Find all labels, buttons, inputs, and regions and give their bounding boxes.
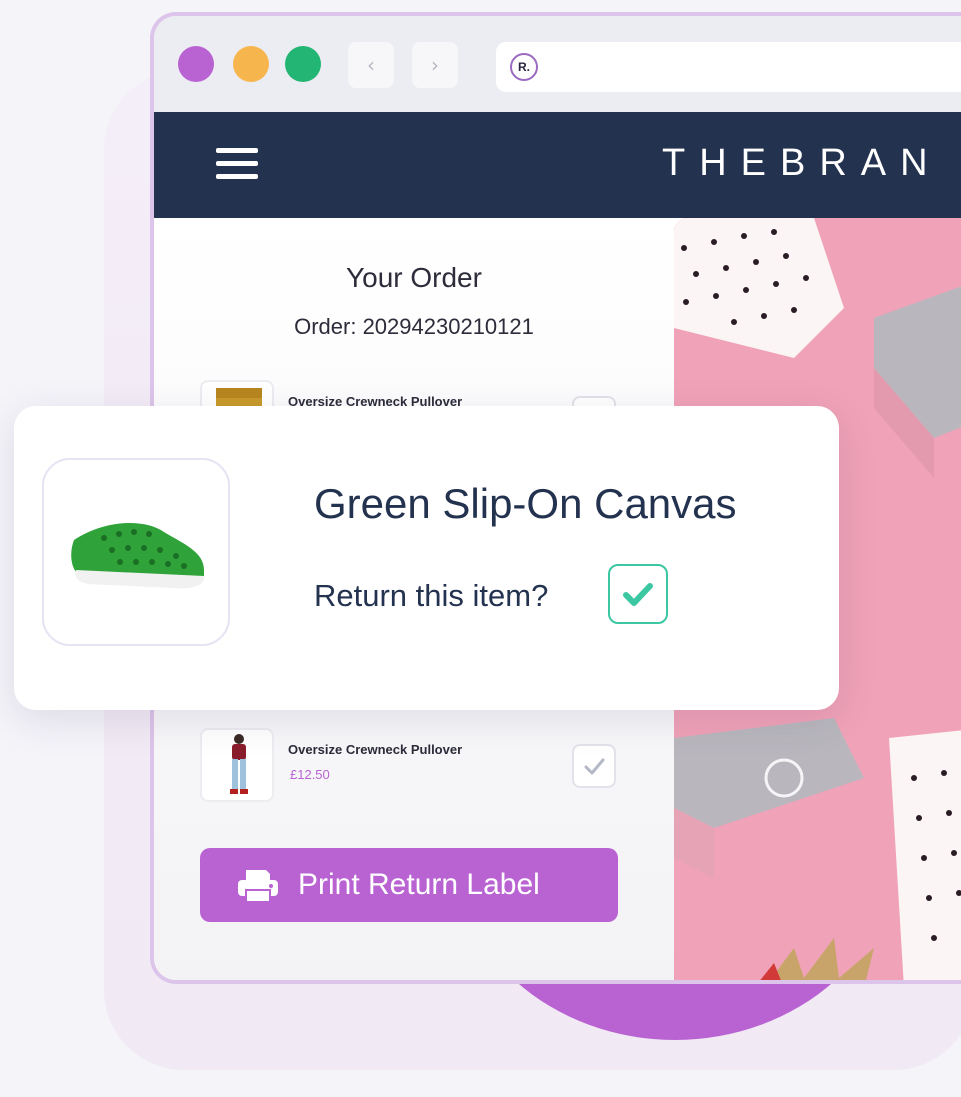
chevron-left-icon: ‹ xyxy=(367,53,375,77)
site-header: THEBRAN xyxy=(154,112,961,218)
checkmark-icon xyxy=(623,583,653,606)
jeans-outfit-thumbnail xyxy=(200,728,274,802)
item-return-checkbox[interactable] xyxy=(572,744,616,788)
brand-logo[interactable]: THEBRAN xyxy=(662,142,942,185)
return-item-checkbox[interactable] xyxy=(608,564,668,624)
green-shoe-thumbnail xyxy=(42,458,230,646)
order-number: Order: 20294230210121 xyxy=(294,314,534,339)
return-item-card: Green Slip-On Canvas Return this item? xyxy=(14,406,839,710)
checkmark-icon xyxy=(584,758,605,775)
order-title: Your Order xyxy=(346,262,482,293)
printer-icon xyxy=(238,870,278,903)
hamburger-icon[interactable] xyxy=(216,148,258,182)
address-bar[interactable]: R. xyxy=(496,42,961,92)
window-maximize-dot[interactable] xyxy=(285,46,321,82)
item-name: Oversize Crewneck Pullover xyxy=(288,742,463,757)
forward-button[interactable]: › xyxy=(412,42,458,88)
return-question: Return this item? xyxy=(314,578,549,613)
window-minimize-dot[interactable] xyxy=(233,46,269,82)
order-item[interactable]: Oversize Crewneck Pullover £12.50 xyxy=(200,728,620,804)
site-favicon: R. xyxy=(510,53,538,81)
product-name: Green Slip-On Canvas xyxy=(314,480,737,527)
item-price: £12.50 xyxy=(290,767,330,782)
print-return-label-button[interactable]: Print Return Label xyxy=(200,848,618,922)
back-button[interactable]: ‹ xyxy=(348,42,394,88)
chevron-right-icon: › xyxy=(431,53,439,77)
browser-toolbar: ‹ › R. xyxy=(154,16,961,112)
print-button-label: Print Return Label xyxy=(298,868,540,901)
window-close-dot[interactable] xyxy=(178,46,214,82)
